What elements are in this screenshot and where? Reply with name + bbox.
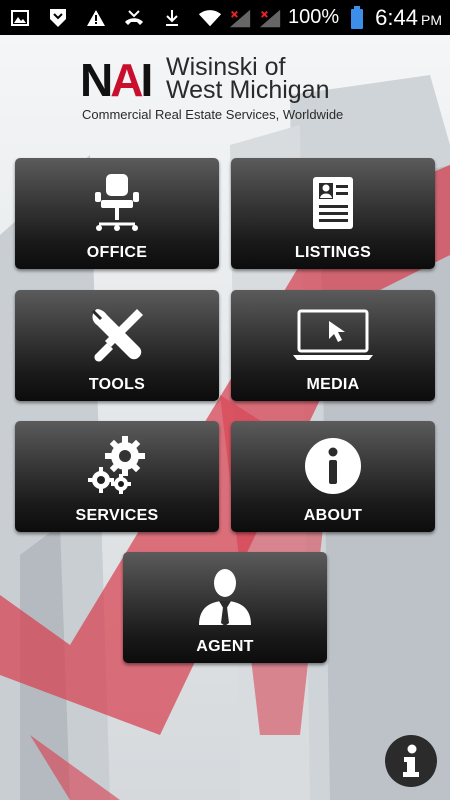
company-name: Wisinski of West Michigan bbox=[166, 53, 330, 104]
listings-button[interactable]: LISTINGS bbox=[231, 158, 435, 269]
signal-icon bbox=[228, 7, 252, 29]
services-label: SERVICES bbox=[75, 507, 159, 524]
office-chair-icon bbox=[15, 172, 219, 234]
info-fab-button[interactable] bbox=[385, 735, 437, 787]
download-icon bbox=[160, 7, 184, 29]
status-bar: 100% 6:44 PM bbox=[0, 0, 450, 35]
agent-label: AGENT bbox=[196, 638, 254, 655]
tools-button[interactable]: TOOLS bbox=[15, 290, 219, 401]
laptop-cursor-icon bbox=[231, 304, 435, 366]
battery-percent: 100% bbox=[288, 6, 340, 28]
missed-call-icon bbox=[122, 7, 146, 29]
office-label: OFFICE bbox=[86, 244, 148, 261]
warning-icon bbox=[84, 7, 108, 29]
media-label: MEDIA bbox=[306, 376, 360, 393]
gallery-icon bbox=[8, 7, 32, 29]
wifi-icon bbox=[198, 7, 222, 29]
info-circle-icon bbox=[231, 435, 435, 497]
wrench-screwdriver-icon bbox=[15, 304, 219, 366]
media-button[interactable]: MEDIA bbox=[231, 290, 435, 401]
document-profile-icon bbox=[231, 172, 435, 234]
company-logo: NAI Wisinski of West Michigan Commercial… bbox=[80, 52, 380, 127]
agent-button[interactable]: AGENT bbox=[123, 552, 327, 663]
background-image bbox=[0, 35, 450, 800]
listings-label: LISTINGS bbox=[294, 244, 372, 261]
skyline-illustration bbox=[0, 75, 450, 800]
nai-logo-mark: NAI bbox=[80, 54, 153, 106]
info-icon bbox=[403, 744, 419, 777]
businessman-icon bbox=[123, 566, 327, 628]
clock: 6:44 PM bbox=[375, 4, 442, 30]
about-button[interactable]: ABOUT bbox=[231, 421, 435, 532]
battery-icon bbox=[345, 5, 369, 29]
tools-label: TOOLS bbox=[88, 376, 146, 393]
gears-icon bbox=[15, 435, 219, 497]
services-button[interactable]: SERVICES bbox=[15, 421, 219, 532]
about-label: ABOUT bbox=[303, 507, 363, 524]
signal-icon bbox=[258, 7, 282, 29]
company-tagline: Commercial Real Estate Services, Worldwi… bbox=[82, 107, 344, 122]
office-button[interactable]: OFFICE bbox=[15, 158, 219, 269]
shield-download-icon bbox=[46, 7, 70, 29]
